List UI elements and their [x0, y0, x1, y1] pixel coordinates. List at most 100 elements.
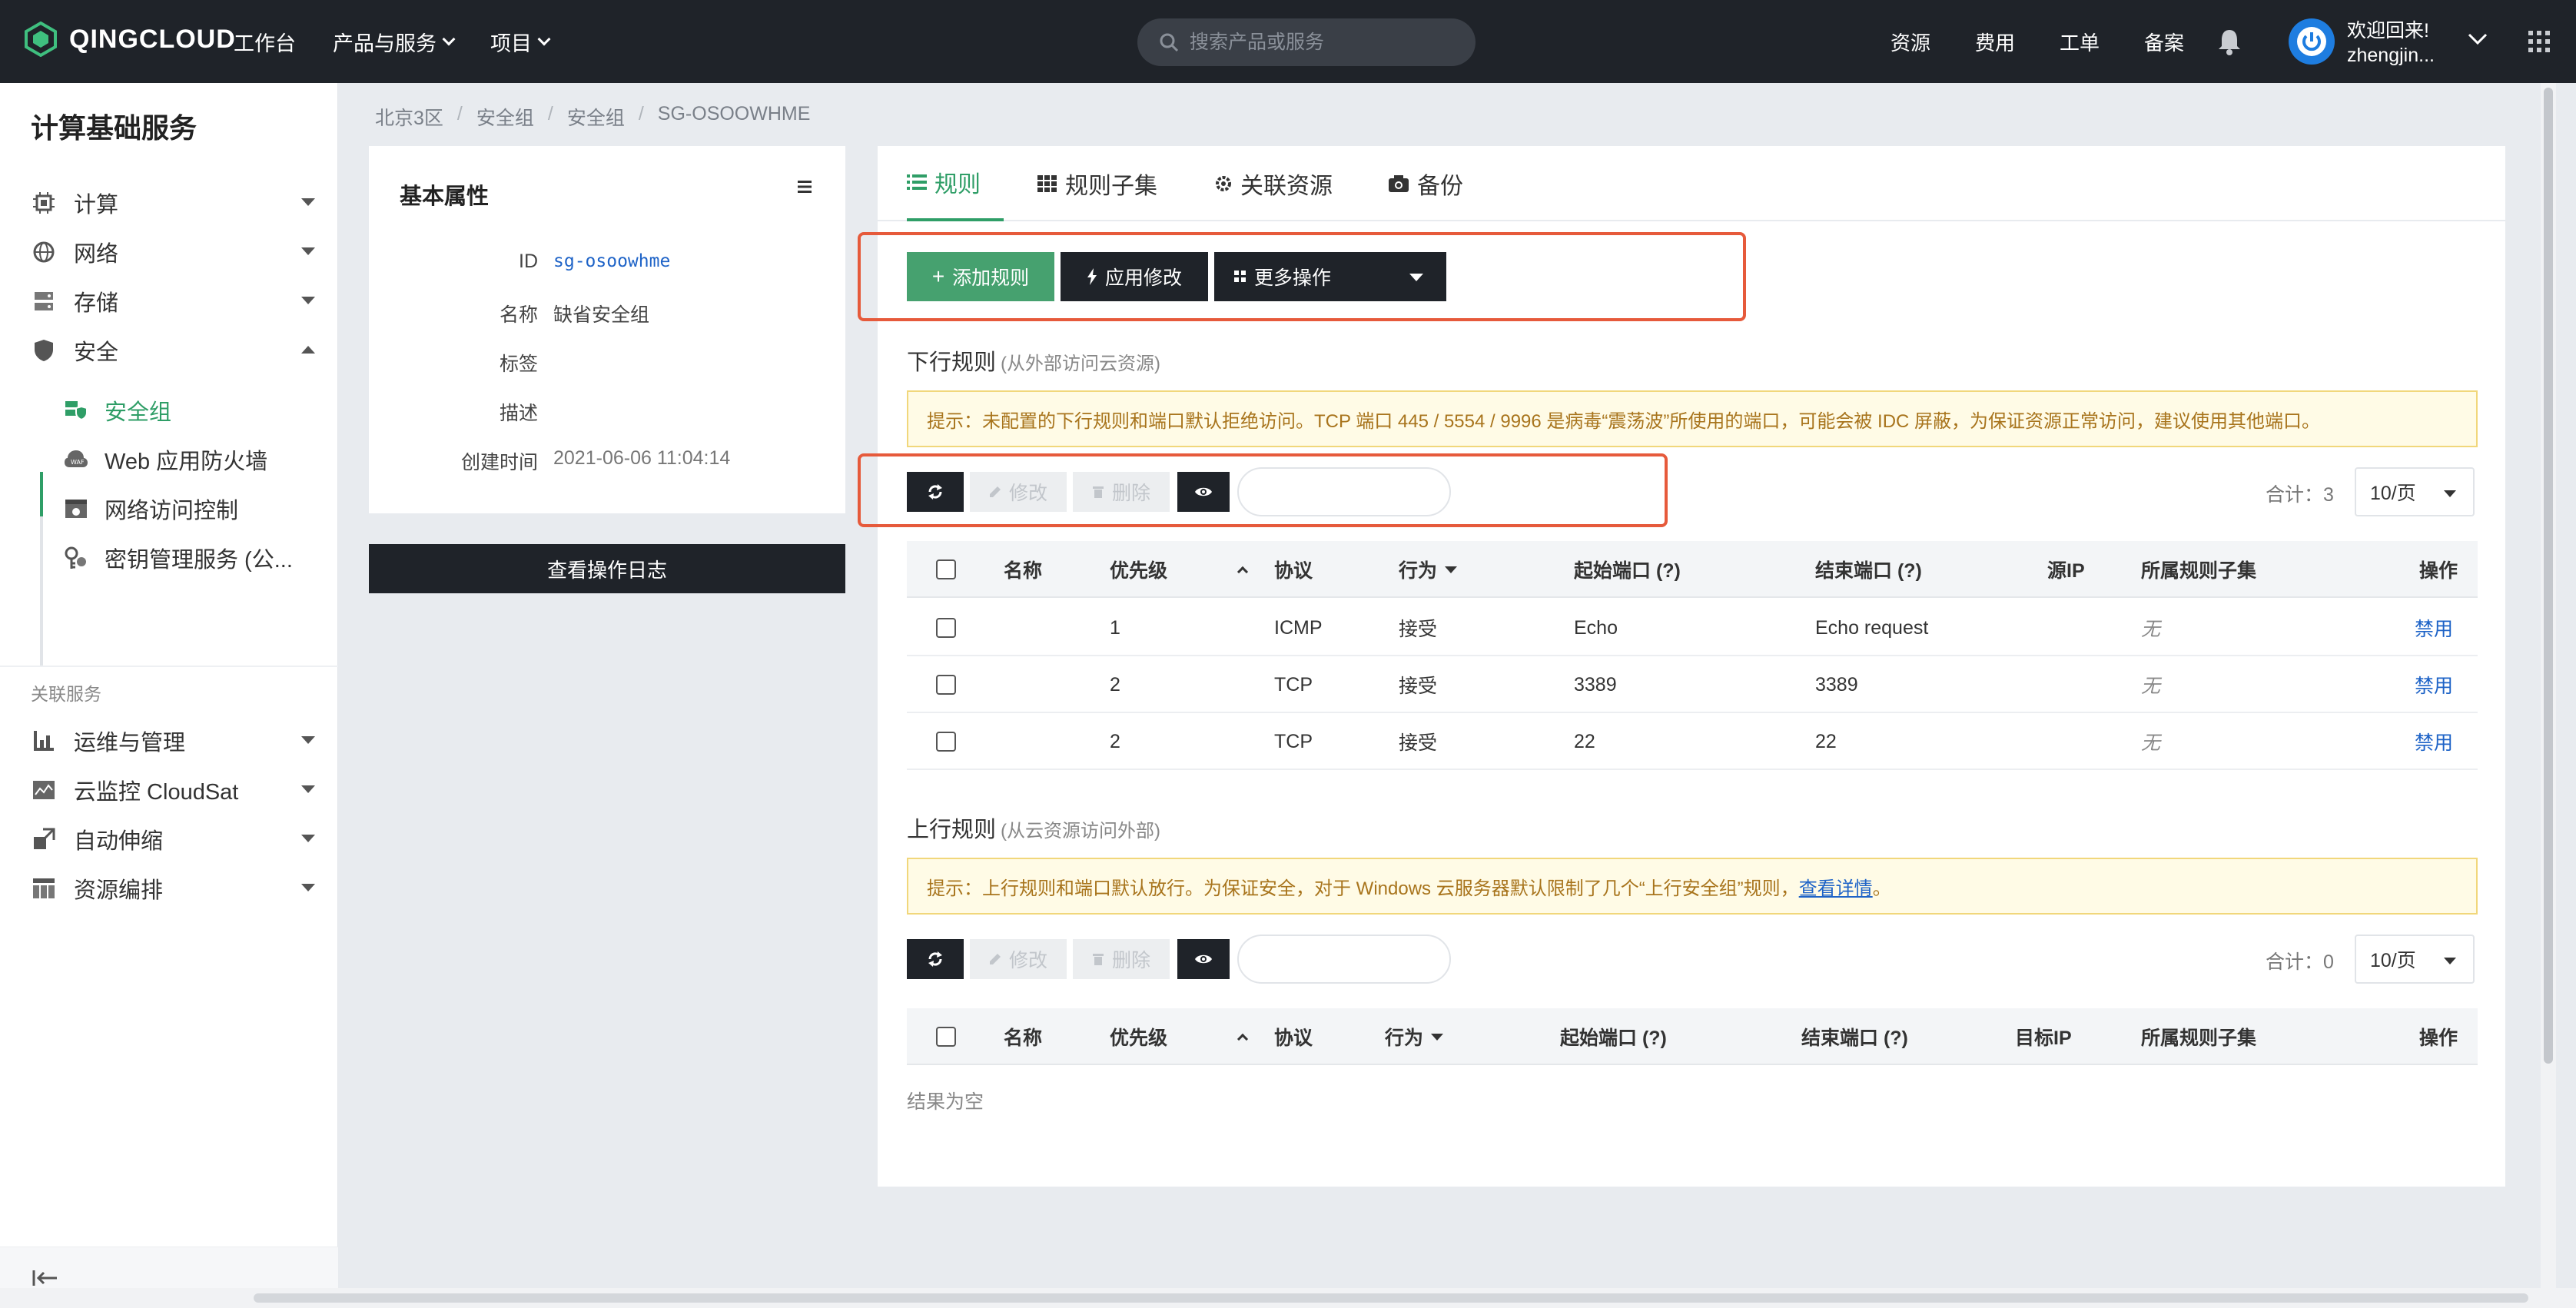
sort-up-icon[interactable]: [1237, 1008, 1249, 1065]
cell-rule-subset: 无: [2141, 619, 2161, 640]
sidebar-item-storage[interactable]: 存储: [31, 280, 315, 323]
breadcrumb-security-group-list[interactable]: 安全组: [567, 103, 625, 131]
col-priority[interactable]: 优先级: [1110, 1008, 1167, 1065]
row-checkbox[interactable]: [936, 732, 956, 752]
avatar[interactable]: [2289, 18, 2335, 65]
link-tickets[interactable]: 工单: [2060, 28, 2100, 56]
breadcrumb-security-group[interactable]: 安全组: [476, 103, 534, 131]
search-input[interactable]: [1190, 31, 1451, 54]
sidebar-item-network[interactable]: 网络: [31, 231, 315, 274]
collapse-sidebar-icon[interactable]: [32, 1269, 58, 1287]
sidebar-item-kms[interactable]: 密钥管理服务 (公...: [63, 536, 317, 579]
scrollbar-thumb[interactable]: [254, 1293, 2528, 1303]
app-grid-icon[interactable]: [2528, 31, 2550, 52]
cell-priority: 2: [1110, 673, 1120, 695]
disable-rule-link[interactable]: 禁用: [2415, 599, 2453, 656]
highlight-box-actions: [858, 232, 1746, 321]
egress-title: 上行规则 (从云资源访问外部): [907, 812, 1160, 844]
sidebar: 计算基础服务 计算 网络 存储 安全 安全组 WAF Web 应用防火墙 网络访…: [0, 83, 338, 1308]
egress-toggle-columns-button[interactable]: [1177, 939, 1230, 979]
scrollbar-thumb[interactable]: [2544, 88, 2553, 1064]
caret-down-icon: [301, 884, 315, 891]
egress-notice-end: 。: [1872, 878, 1891, 899]
col-action[interactable]: 行为: [1399, 541, 1458, 598]
sidebar-item-ops[interactable]: 运维与管理: [31, 719, 315, 762]
key-icon: [63, 545, 89, 571]
prop-value-id[interactable]: sg-osoowhme: [553, 251, 670, 271]
sidebar-item-nacl[interactable]: 网络访问控制: [63, 487, 317, 530]
col-rule-subset: 所属规则子集: [2141, 560, 2257, 582]
vertical-scrollbar[interactable]: [2541, 83, 2556, 1308]
autoscale-icon: [31, 826, 57, 852]
nav-projects[interactable]: 项目: [490, 27, 551, 57]
nav-products[interactable]: 产品与服务: [333, 27, 456, 57]
select-all-checkbox[interactable]: [936, 559, 956, 579]
col-operation: 操作: [2419, 560, 2458, 582]
select-all-checkbox[interactable]: [936, 1027, 956, 1047]
sidebar-item-autoscaling[interactable]: 自动伸缩: [31, 818, 315, 861]
tab-rules[interactable]: 规则: [907, 146, 1004, 221]
nav-workbench[interactable]: 工作台: [234, 27, 296, 57]
tab-backup[interactable]: 备份: [1388, 146, 1463, 221]
cell-protocol: ICMP: [1274, 616, 1323, 639]
table-row: 1 ICMP 接受 Echo Echo request 无 禁用: [907, 599, 2478, 656]
tab-rule-subsets[interactable]: 规则子集: [1037, 146, 1157, 221]
sidebar-item-orchestration[interactable]: 资源编排: [31, 867, 315, 910]
breadcrumb-region[interactable]: 北京3区: [375, 103, 443, 131]
sidebar-item-compute[interactable]: 计算: [31, 181, 315, 224]
cell-protocol: TCP: [1274, 673, 1313, 695]
sort-up-icon[interactable]: [1237, 541, 1249, 598]
view-details-link[interactable]: 查看详情: [1799, 873, 1873, 900]
horizontal-scrollbar[interactable]: [0, 1288, 2576, 1308]
caret-down-icon: [301, 297, 315, 304]
disable-rule-link[interactable]: 禁用: [2415, 656, 2453, 713]
chevron-down-icon[interactable]: [2467, 32, 2488, 46]
col-start-port: 起始端口 (?): [1560, 1027, 1667, 1049]
row-checkbox[interactable]: [936, 618, 956, 638]
ingress-page-size-select[interactable]: 10/页: [2355, 467, 2475, 516]
link-icp[interactable]: 备案: [2144, 28, 2184, 56]
shield-icon: [31, 337, 57, 364]
egress-page-size-select[interactable]: 10/页: [2355, 935, 2475, 984]
tab-bar: 规则 规则子集 关联资源 备份: [878, 146, 2505, 221]
tab-associated-resources[interactable]: 关联资源: [1214, 146, 1333, 221]
sidebar-item-cloudsat[interactable]: 云监控 CloudSat: [31, 769, 315, 812]
storage-icon: [31, 288, 57, 314]
col-name: 名称: [1004, 560, 1043, 582]
cell-protocol: TCP: [1274, 730, 1313, 752]
sidebar-sub-label: 密钥管理服务 (公...: [105, 548, 293, 573]
waf-icon: WAF: [63, 447, 89, 473]
row-checkbox[interactable]: [936, 675, 956, 695]
col-priority[interactable]: 优先级: [1110, 541, 1167, 598]
egress-edit-button[interactable]: 修改: [970, 939, 1067, 979]
egress-filter-input[interactable]: [1237, 935, 1451, 984]
egress-refresh-button[interactable]: [907, 939, 964, 979]
monitor-icon: [31, 777, 57, 803]
sidebar-item-label: 存储: [74, 291, 119, 316]
breadcrumb-separator: /: [638, 103, 644, 124]
card-title: 基本属性: [400, 184, 490, 209]
col-action[interactable]: 行为: [1385, 1008, 1444, 1065]
disable-rule-link[interactable]: 禁用: [2415, 713, 2453, 770]
view-operation-log-button[interactable]: 查看操作日志: [369, 544, 845, 593]
bell-icon[interactable]: [2216, 28, 2242, 55]
table-row: 2 TCP 接受 22 22 无 禁用: [907, 713, 2478, 770]
sidebar-item-security[interactable]: 安全: [31, 329, 315, 372]
sidebar-item-waf[interactable]: WAF Web 应用防火墙: [63, 438, 317, 481]
global-search[interactable]: [1137, 18, 1476, 66]
link-resources[interactable]: 资源: [1891, 28, 1930, 56]
cell-action: 接受: [1399, 732, 1438, 754]
grid-icon: [1037, 175, 1057, 192]
sidebar-item-security-group[interactable]: 安全组: [63, 389, 317, 432]
egress-notice: 提示：上行规则和端口默认放行。为保证安全，对于 Windows 云服务器默认限制…: [907, 858, 2478, 915]
sidebar-item-label: 运维与管理: [74, 731, 186, 755]
egress-delete-button[interactable]: 删除: [1073, 939, 1170, 979]
menu-icon[interactable]: [796, 180, 813, 194]
qingcloud-logo[interactable]: QINGCLOUD: [23, 22, 236, 57]
delete-label: 删除: [1111, 950, 1150, 971]
user-welcome[interactable]: 欢迎回来! zhengjin...: [2347, 18, 2435, 68]
page-size-value: 10/页: [2370, 950, 2416, 971]
col-rule-subset: 所属规则子集: [2141, 1027, 2257, 1049]
link-billing[interactable]: 费用: [1975, 28, 2015, 56]
prop-label-id: ID: [519, 251, 538, 272]
